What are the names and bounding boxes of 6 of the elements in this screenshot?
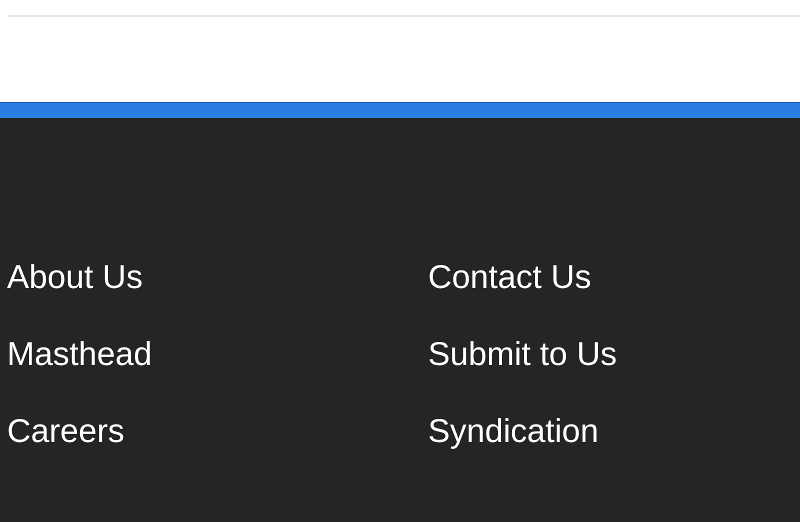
footer-link[interactable]: Syndication <box>428 410 599 450</box>
footer-link[interactable]: Contact Us <box>428 256 592 296</box>
footer-link[interactable]: About Us <box>7 256 143 296</box>
footer-link[interactable]: Careers <box>7 410 124 450</box>
footer-link[interactable]: Submit to Us <box>428 334 617 374</box>
footer-link[interactable]: Masthead <box>7 334 152 374</box>
